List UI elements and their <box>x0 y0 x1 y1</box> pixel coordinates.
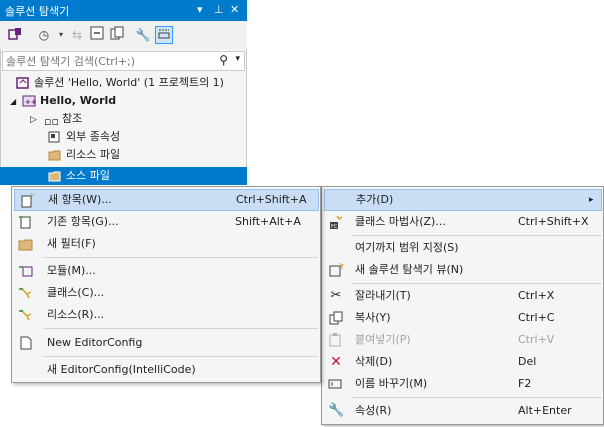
folder-icon <box>48 170 62 182</box>
resource-files-label: 리소스 파일 <box>66 148 121 161</box>
class-icon <box>18 285 34 301</box>
tree-item-solution[interactable]: 솔루션 'Hello, World' (1 프로젝트의 1) <box>16 74 224 92</box>
add-submenu: 새 항목(W)... Ctrl+Shift+A 기존 항목(G)... Shif… <box>11 186 321 383</box>
tree-item-references[interactable]: ▷ ▫▫ 참조 <box>30 110 82 128</box>
submenu-item-module[interactable]: 모듈(M)... <box>14 260 319 282</box>
preview-selected-icon[interactable] <box>155 26 173 44</box>
menu-separator <box>351 235 601 236</box>
menu-separator <box>351 283 601 284</box>
submenu-item-new-item[interactable]: 새 항목(W)... Ctrl+Shift+A <box>14 189 319 211</box>
paste-icon <box>328 332 344 348</box>
menu-item-copy[interactable]: 복사(Y) Ctrl+C <box>324 307 602 329</box>
menu-item-delete[interactable]: ✕ 삭제(D) Del <box>324 351 602 373</box>
context-menu: 추가(D) ▸ FC 클래스 마법사(Z)... Ctrl+Shift+X 여기… <box>321 186 604 425</box>
menu-item-properties[interactable]: 🔧 속성(R) Alt+Enter <box>324 400 602 422</box>
cpp-project-icon: ++ <box>22 95 37 107</box>
menu-separator <box>43 328 318 329</box>
solution-explorer-panel: 솔루션 탐색기 ▾ ⊥ ✕ ◷ ▾ ⇆ 🔧 ⚲ ▾ 솔루션 'Hello, Wo… <box>0 0 247 185</box>
references-label: 참조 <box>62 112 83 125</box>
solution-explorer-title: 솔루션 탐색기 <box>5 5 70 18</box>
submenu-item-new-editorconfig[interactable]: New EditorConfig <box>14 332 319 354</box>
scissors-icon: ✂ <box>330 288 342 303</box>
submenu-arrow-icon: ▸ <box>589 195 594 205</box>
source-files-label: 소스 파일 <box>66 169 110 182</box>
references-icon: ▫▫ <box>44 115 59 128</box>
submenu-item-class[interactable]: 클래스(C)... <box>14 282 319 304</box>
solution-icon <box>16 77 30 89</box>
menu-item-cut[interactable]: ✂ 잘라내기(T) Ctrl+X <box>324 285 602 307</box>
history-icon[interactable]: ◷ <box>35 26 53 44</box>
tree-item-resource-files[interactable]: 리소스 파일 <box>48 146 120 164</box>
module-icon <box>18 263 34 279</box>
menu-item-add[interactable]: 추가(D) ▸ <box>324 189 602 211</box>
menu-separator <box>43 356 318 357</box>
svg-text:++: ++ <box>25 98 36 106</box>
search-options-dropdown-icon[interactable]: ▾ <box>235 54 240 64</box>
switch-views-icon[interactable] <box>6 26 24 44</box>
menu-separator <box>351 397 601 398</box>
solution-explorer-title-bar: 솔루션 탐색기 ▾ ⊥ ✕ <box>0 0 247 21</box>
search-input[interactable] <box>6 53 206 69</box>
submenu-item-resource[interactable]: 리소스(R)... <box>14 304 319 326</box>
resource-icon <box>18 307 34 323</box>
solution-explorer-search[interactable]: ⚲ ▾ <box>2 51 245 71</box>
menu-item-rename[interactable]: 이름 바꾸기(M) F2 <box>324 373 602 395</box>
menu-item-scope-to-this[interactable]: 여기까지 범위 지정(S) <box>324 237 602 259</box>
collapse-all-icon[interactable] <box>88 26 106 44</box>
menu-separator <box>43 257 318 258</box>
class-wizard-icon: FC <box>328 214 344 230</box>
folder-icon <box>18 236 34 252</box>
submenu-item-existing-item[interactable]: 기존 항목(G)... Shift+Alt+A <box>14 211 319 233</box>
project-label: Hello, World <box>40 94 117 107</box>
show-all-files-icon[interactable] <box>108 26 126 44</box>
collapsed-arrow-icon[interactable]: ▷ <box>30 111 44 129</box>
existing-item-icon <box>18 214 34 230</box>
delete-icon: ✕ <box>330 354 342 370</box>
copy-icon <box>328 310 344 326</box>
pin-icon[interactable]: ⊥ <box>214 3 224 16</box>
menu-item-new-explorer-view[interactable]: 새 솔루션 탐색기 뷰(N) <box>324 259 602 281</box>
tree-item-external-deps[interactable]: 외부 종속성 <box>48 128 120 146</box>
expanded-arrow-icon[interactable]: ◢ <box>10 93 22 111</box>
search-icon[interactable]: ⚲ <box>219 53 228 67</box>
menu-item-class-wizard[interactable]: FC 클래스 마법사(Z)... Ctrl+Shift+X <box>324 211 602 233</box>
submenu-item-new-filter[interactable]: 새 필터(F) <box>14 233 319 255</box>
external-deps-icon <box>48 131 62 143</box>
tree-item-source-files[interactable]: 소스 파일 <box>0 167 247 185</box>
sync-icon[interactable]: ⇆ <box>68 26 86 44</box>
tree-item-project[interactable]: ◢ ++ Hello, World <box>10 92 116 110</box>
solution-label: 솔루션 'Hello, World' (1 프로젝트의 1) <box>34 76 224 89</box>
editorconfig-icon <box>18 335 34 351</box>
svg-text:FC: FC <box>331 224 338 230</box>
wrench-icon: 🔧 <box>328 403 345 418</box>
new-view-icon <box>328 262 345 278</box>
external-deps-label: 외부 종속성 <box>66 130 121 143</box>
menu-item-paste[interactable]: 붙여넣기(P) Ctrl+V <box>324 329 602 351</box>
properties-wrench-icon[interactable]: 🔧 <box>134 26 152 44</box>
rename-icon <box>328 376 344 392</box>
folder-icon <box>48 149 62 161</box>
close-icon[interactable]: ✕ <box>230 3 239 16</box>
submenu-item-new-editorconfig-intellicode[interactable]: 새 EditorConfig(IntelliCode) <box>14 359 319 381</box>
dropdown-icon[interactable]: ▾ <box>197 3 203 16</box>
solution-explorer-toolbar: ◷ ▾ ⇆ 🔧 <box>0 21 247 49</box>
new-item-icon <box>19 192 35 209</box>
